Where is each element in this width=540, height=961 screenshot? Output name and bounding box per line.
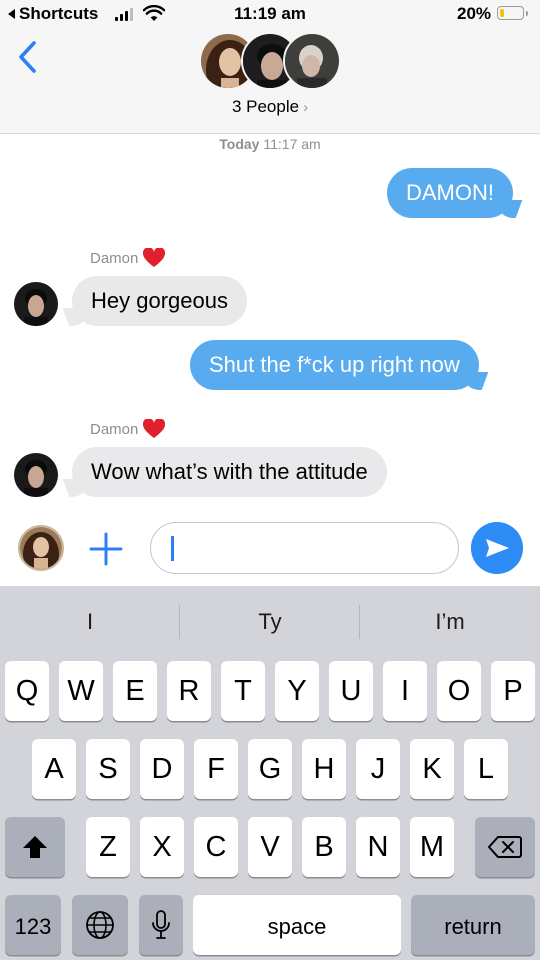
timestamp-day: Today bbox=[219, 136, 260, 152]
message-bubble-outgoing[interactable]: Shut the f*ck up right now bbox=[190, 340, 479, 390]
status-bar: Shortcuts 11:19 am 20% bbox=[0, 0, 540, 30]
key-z[interactable]: Z bbox=[86, 817, 130, 877]
key-v[interactable]: V bbox=[248, 817, 292, 877]
group-label: 3 People bbox=[231, 97, 300, 116]
return-key[interactable]: return bbox=[411, 895, 535, 955]
key-g[interactable]: G bbox=[248, 739, 292, 799]
key-u[interactable]: U bbox=[329, 661, 373, 721]
key-c[interactable]: C bbox=[194, 817, 238, 877]
heart-icon bbox=[143, 248, 166, 267]
suggestion-2[interactable]: Ty bbox=[180, 586, 360, 658]
key-j[interactable]: J bbox=[356, 739, 400, 799]
globe-icon bbox=[86, 911, 114, 939]
key-n[interactable]: N bbox=[356, 817, 400, 877]
sender-avatar[interactable] bbox=[14, 282, 58, 326]
battery-icon bbox=[497, 6, 528, 20]
key-h[interactable]: H bbox=[302, 739, 346, 799]
key-f[interactable]: F bbox=[194, 739, 238, 799]
return-key-label: return bbox=[444, 914, 502, 939]
sender-name: Damon bbox=[90, 249, 139, 267]
message-sender: Damon bbox=[90, 419, 166, 439]
message-sender: Damon bbox=[90, 248, 166, 268]
key-i[interactable]: I bbox=[383, 661, 427, 721]
key-o[interactable]: O bbox=[437, 661, 481, 721]
shift-arrow-icon bbox=[23, 836, 47, 858]
battery-percent: 20% bbox=[457, 4, 492, 23]
space-key-label: space bbox=[267, 914, 327, 939]
sender-name: Damon bbox=[90, 420, 139, 438]
key-q[interactable]: Q bbox=[5, 661, 49, 721]
self-avatar[interactable] bbox=[18, 525, 64, 571]
space-key[interactable]: space bbox=[193, 895, 401, 955]
key-l[interactable]: L bbox=[464, 739, 508, 799]
keyboard: I Ty I’m Q W E R T Y U I O P A S D F G H… bbox=[0, 586, 540, 960]
key-s[interactable]: S bbox=[86, 739, 130, 799]
key-t[interactable]: T bbox=[221, 661, 265, 721]
back-chevron-icon[interactable] bbox=[16, 40, 40, 74]
key-w[interactable]: W bbox=[59, 661, 103, 721]
message-bubble-outgoing[interactable]: DAMON! bbox=[387, 168, 513, 218]
message-input[interactable] bbox=[150, 522, 459, 574]
key-y[interactable]: Y bbox=[275, 661, 319, 721]
key-b[interactable]: B bbox=[302, 817, 346, 877]
message-text: DAMON! bbox=[406, 180, 494, 205]
avatar-third-person bbox=[283, 32, 341, 90]
conversation-header: Shortcuts 11:19 am 20% 3 People › bbox=[0, 0, 540, 134]
message-timestamp: Today 11:17 am bbox=[0, 136, 540, 152]
key-k[interactable]: K bbox=[410, 739, 454, 799]
dictation-key[interactable] bbox=[139, 895, 183, 955]
globe-key[interactable] bbox=[72, 895, 128, 955]
sender-avatar[interactable] bbox=[14, 453, 58, 497]
timestamp-time: 11:17 am bbox=[263, 136, 321, 152]
chevron-right-icon: › bbox=[303, 99, 309, 116]
heart-icon bbox=[143, 419, 166, 438]
suggestion-3[interactable]: I’m bbox=[360, 586, 540, 658]
backspace-icon bbox=[487, 836, 522, 858]
numbers-key-label: 123 bbox=[14, 914, 52, 939]
message-bubble-incoming[interactable]: Hey gorgeous bbox=[72, 276, 247, 326]
group-avatars[interactable] bbox=[199, 32, 344, 92]
message-text: Shut the f*ck up right now bbox=[209, 352, 460, 377]
shift-key[interactable] bbox=[5, 817, 65, 877]
message-bubble-incoming[interactable]: Wow what’s with the attitude bbox=[72, 447, 387, 497]
send-arrow-icon[interactable] bbox=[471, 522, 523, 574]
message-text: Hey gorgeous bbox=[91, 288, 228, 313]
text-caret bbox=[171, 536, 174, 561]
numbers-key[interactable]: 123 bbox=[5, 895, 61, 955]
key-p[interactable]: P bbox=[491, 661, 535, 721]
key-m[interactable]: M bbox=[410, 817, 454, 877]
key-e[interactable]: E bbox=[113, 661, 157, 721]
plus-icon[interactable] bbox=[89, 532, 123, 566]
message-text: Wow what’s with the attitude bbox=[91, 459, 368, 484]
key-r[interactable]: R bbox=[167, 661, 211, 721]
key-x[interactable]: X bbox=[140, 817, 184, 877]
microphone-icon bbox=[152, 910, 170, 939]
message-text-field[interactable] bbox=[151, 523, 451, 571]
key-a[interactable]: A bbox=[32, 739, 76, 799]
delete-key[interactable] bbox=[475, 817, 535, 877]
key-d[interactable]: D bbox=[140, 739, 184, 799]
group-details-link[interactable]: 3 People › bbox=[0, 97, 540, 117]
suggestion-1[interactable]: I bbox=[0, 586, 180, 658]
